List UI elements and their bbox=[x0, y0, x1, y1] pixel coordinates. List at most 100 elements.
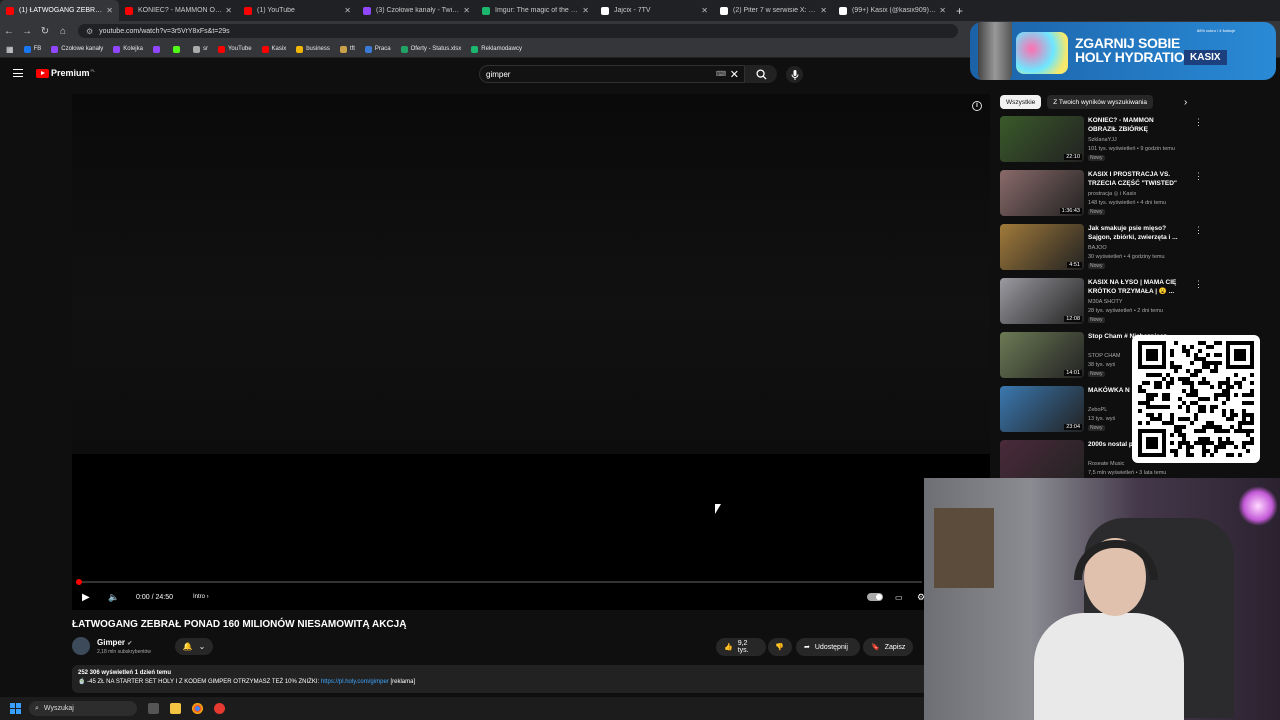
browser-tab[interactable]: (1) YouTube ✕ bbox=[238, 0, 357, 21]
bookmark-item[interactable]: Oferty - Status.xlsx bbox=[400, 45, 461, 53]
site-info-icon[interactable]: ⚙ bbox=[86, 27, 93, 36]
windows-start-icon[interactable] bbox=[10, 703, 21, 714]
thumbs-down-icon: 👎 bbox=[775, 644, 784, 651]
tab-close-icon[interactable]: ✕ bbox=[820, 6, 827, 15]
voice-search-button[interactable] bbox=[786, 66, 803, 83]
more-options-icon[interactable]: ⋮ bbox=[1194, 118, 1203, 127]
obs-icon[interactable] bbox=[214, 703, 225, 714]
more-options-icon[interactable]: ⋮ bbox=[1194, 226, 1203, 235]
video-thumbnail[interactable]: 1:36:43 bbox=[1000, 170, 1084, 216]
file-explorer-icon[interactable] bbox=[170, 703, 181, 714]
save-button[interactable]: 🔖 Zapisz bbox=[863, 638, 913, 656]
recommendation-title: KONIEC? - MAMMON OBRAZIŁ ZBIÓRKĘ ŁATWOGA… bbox=[1088, 117, 1154, 133]
search-button[interactable] bbox=[745, 65, 777, 83]
autoplay-toggle[interactable] bbox=[867, 593, 883, 603]
more-options-icon[interactable]: ⋮ bbox=[1194, 172, 1203, 181]
youtube-play-icon bbox=[36, 68, 49, 78]
bookmark-item[interactable]: tft bbox=[339, 45, 355, 53]
recommendation-item[interactable]: 4:51 Jak smakuje psie mięso? Sajgon, zbi… bbox=[1000, 224, 1203, 272]
channel-avatar[interactable] bbox=[72, 637, 90, 655]
dislike-button[interactable]: 👎 bbox=[768, 638, 792, 656]
bottle-image bbox=[978, 22, 1012, 80]
tab-title: Imgur: The magic of the Intern bbox=[495, 7, 580, 14]
more-options-icon[interactable]: ⋮ bbox=[1194, 280, 1203, 289]
browser-tab[interactable]: (99+) Kasix (@kasix909) | TikTok✕ bbox=[833, 0, 952, 21]
like-button[interactable]: 👍 9,2 tys. bbox=[716, 638, 766, 656]
tab-close-icon[interactable]: ✕ bbox=[582, 6, 589, 15]
logo-region: PL bbox=[90, 67, 96, 73]
task-view-icon[interactable] bbox=[148, 703, 159, 714]
promo-link[interactable]: https://pl.holy.com/gimper bbox=[321, 679, 389, 685]
video-player[interactable] bbox=[72, 94, 990, 610]
bookmark-item[interactable]: Czołowe kanały bbox=[51, 45, 103, 53]
browser-tab[interactable]: KONIEC? - MAMMON OBRAZI✕ bbox=[119, 0, 238, 21]
video-thumbnail[interactable]: 4:51 bbox=[1000, 224, 1084, 270]
url-field[interactable]: ⚙ youtube.com/watch?v=3r5VrY8xFs&t=29s bbox=[78, 24, 958, 38]
video-thumbnail[interactable]: 23:04 bbox=[1000, 386, 1084, 432]
taskbar-search[interactable]: ⌕ Wyszukaj bbox=[29, 701, 137, 716]
tab-title: (1) ŁATWOGANG ZEBRAŁ PON bbox=[19, 7, 104, 14]
progress-scrubber[interactable] bbox=[76, 579, 82, 585]
search-input[interactable]: gimper ⌨ ✕ bbox=[479, 65, 745, 83]
bookmark-item[interactable]: Kasix bbox=[261, 45, 286, 53]
menu-icon[interactable] bbox=[13, 69, 23, 77]
recommendation-channel: prostracja ◎ i Kasix bbox=[1088, 191, 1137, 197]
description-box[interactable]: 252 306 wyświetleń 1 dzień temu 🍵 -45 ZŁ… bbox=[72, 665, 932, 693]
browser-tab[interactable]: Imgur: The magic of the Intern ✕ bbox=[476, 0, 595, 21]
bookmark-item[interactable]: business bbox=[296, 45, 330, 53]
bookmark-item[interactable] bbox=[152, 45, 163, 53]
filter-chip[interactable]: Wszystkie bbox=[1000, 95, 1042, 109]
bookmark-item[interactable] bbox=[172, 45, 183, 53]
video-thumbnail[interactable]: 14:01 bbox=[1000, 332, 1084, 378]
webcam-overlay bbox=[924, 478, 1280, 720]
chapter-button[interactable]: Intro › bbox=[193, 594, 209, 600]
tab-close-icon[interactable]: ✕ bbox=[463, 6, 470, 15]
subtitles-icon[interactable]: ▭ bbox=[895, 593, 903, 602]
channel-name[interactable]: Gimper ✔ bbox=[97, 638, 132, 647]
tab-close-icon[interactable]: ✕ bbox=[939, 6, 946, 15]
home-icon[interactable]: ⌂ bbox=[54, 26, 72, 37]
back-icon[interactable]: ← bbox=[0, 26, 18, 37]
browser-tab[interactable]: (2) Piter 7 w serwisie X: „OWN✕ bbox=[714, 0, 833, 21]
browser-tab[interactable]: Jajcix - 7TV ✕ bbox=[595, 0, 714, 21]
share-button[interactable]: ➦ Udostępnij bbox=[796, 638, 860, 656]
recommendation-meta: 30 wyświetleń • 4 godziny temu bbox=[1088, 254, 1165, 260]
bookmark-item[interactable]: Kolejka bbox=[113, 45, 143, 53]
apps-icon[interactable]: ▦ bbox=[6, 45, 14, 54]
youtube-logo[interactable]: Premium PL bbox=[36, 68, 95, 78]
tab-close-icon[interactable]: ✕ bbox=[225, 6, 232, 15]
chevron-right-icon[interactable]: › bbox=[1184, 97, 1187, 108]
bookmark-label: Praca bbox=[374, 46, 391, 52]
bookmark-item[interactable]: Praca bbox=[364, 45, 391, 53]
browser-tab[interactable]: (1) ŁATWOGANG ZEBRAŁ PON✕ bbox=[0, 0, 119, 21]
recommendation-item[interactable]: 22:10 KONIEC? - MAMMON OBRAZIŁ ZBIÓRKĘ Ł… bbox=[1000, 116, 1203, 164]
bookmark-item[interactable]: FB bbox=[23, 45, 41, 53]
tab-close-icon[interactable]: ✕ bbox=[344, 6, 351, 15]
volume-icon[interactable]: 🔈 bbox=[108, 592, 119, 603]
bookmark-label: YouTube bbox=[227, 46, 252, 52]
video-thumbnail[interactable]: 22:10 bbox=[1000, 116, 1084, 162]
bookmark-item[interactable]: sr bbox=[192, 45, 208, 53]
bookmark-item[interactable]: Reklamodawcy bbox=[471, 45, 522, 53]
video-title: ŁATWOGANG ZEBRAŁ PONAD 160 MILIONÓW NIES… bbox=[72, 619, 407, 630]
browser-tab[interactable]: (3) Czołowe kanały - Twitch ✕ bbox=[357, 0, 476, 21]
play-icon[interactable]: ▶ bbox=[82, 592, 90, 603]
forward-icon[interactable]: → bbox=[18, 26, 36, 37]
tab-close-icon[interactable]: ✕ bbox=[106, 6, 113, 15]
filter-chip[interactable]: Z Twoich wyników wyszukiwania bbox=[1047, 95, 1154, 109]
tab-close-icon[interactable]: ✕ bbox=[701, 6, 708, 15]
clear-search-icon[interactable]: ✕ bbox=[730, 68, 739, 81]
bookmark-item[interactable]: YouTube bbox=[217, 45, 252, 53]
reload-icon[interactable]: ↻ bbox=[36, 26, 54, 37]
video-thumbnail[interactable]: 12:08 bbox=[1000, 278, 1084, 324]
new-tab-button[interactable]: + bbox=[956, 4, 963, 18]
info-icon[interactable]: i bbox=[972, 101, 982, 111]
keyboard-icon[interactable]: ⌨ bbox=[716, 70, 726, 78]
recommendation-item[interactable]: 12:08 KASIX NA ŁYSO | MAMA CIĘ KRÓTKO TR… bbox=[1000, 278, 1203, 326]
recommendation-item[interactable]: 1:36:43 KASIX I PROSTRACJA VS. TRZECIA C… bbox=[1000, 170, 1203, 218]
notification-button[interactable]: 🔔 ⌄ bbox=[175, 638, 213, 655]
chrome-icon[interactable] bbox=[192, 703, 203, 714]
progress-bar[interactable] bbox=[76, 579, 922, 585]
verified-icon: ✔ bbox=[127, 641, 133, 647]
bookmark-favicon-icon bbox=[400, 45, 408, 53]
